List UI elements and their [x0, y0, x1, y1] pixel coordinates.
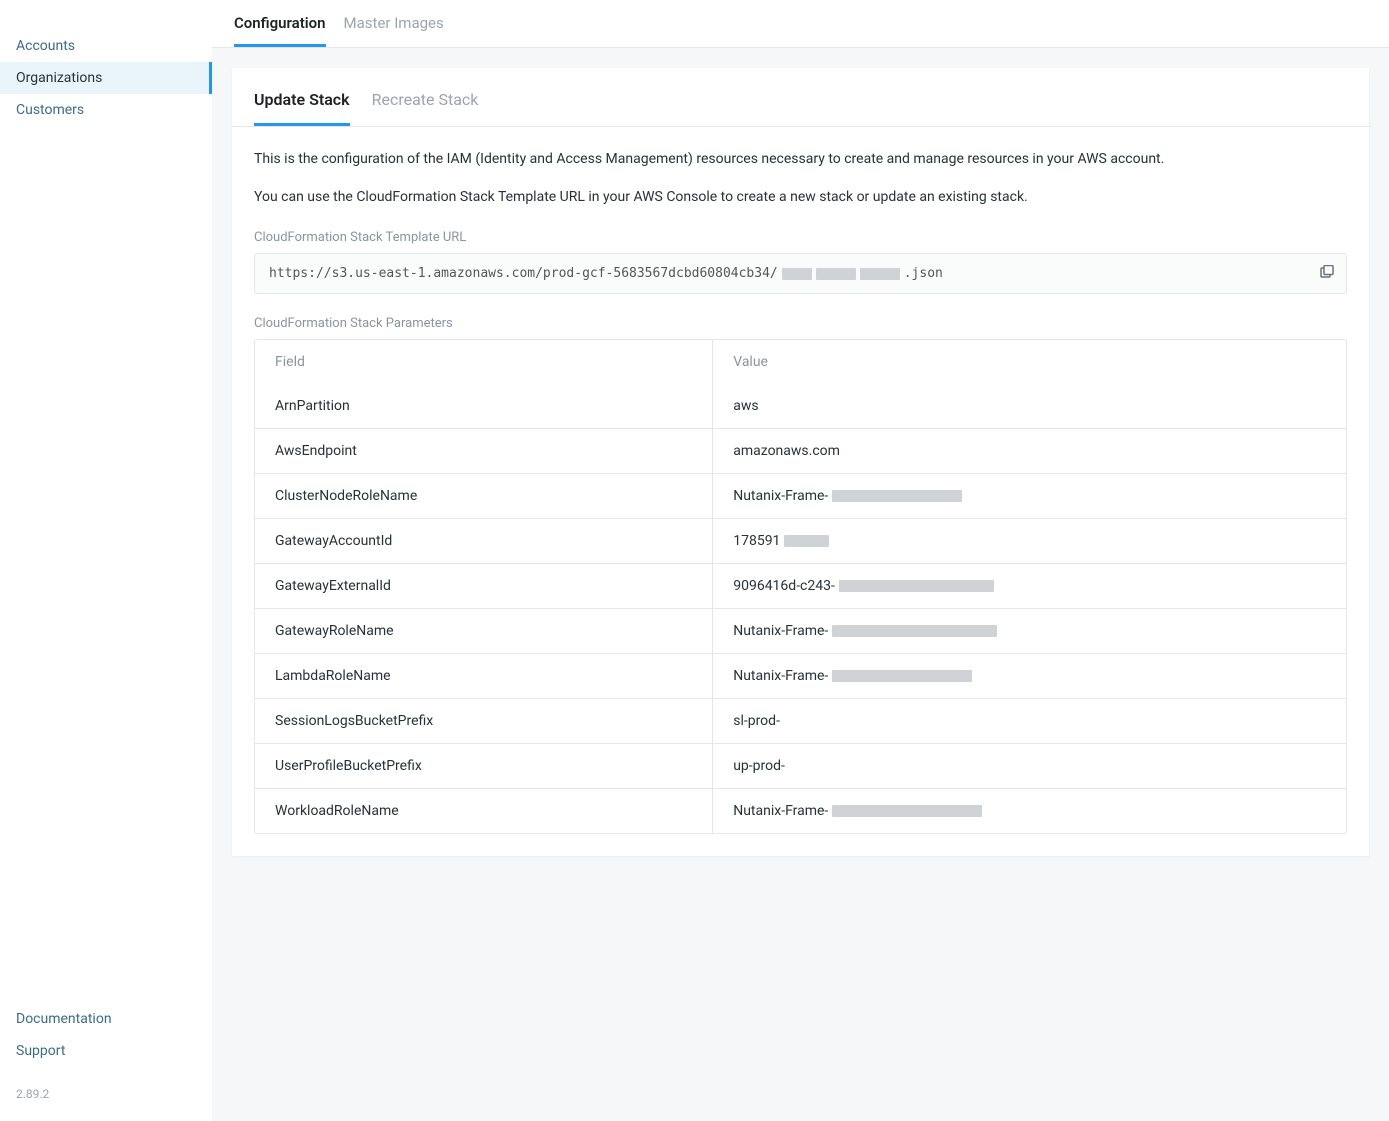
param-field: GatewayExternalId: [255, 564, 713, 608]
redacted-segment: [832, 805, 982, 817]
tab-recreate-stack[interactable]: Recreate Stack: [372, 68, 479, 126]
tab-configuration[interactable]: Configuration: [234, 0, 326, 47]
param-value-text: up-prod-: [733, 758, 785, 774]
template-url-suffix: .json: [904, 266, 943, 281]
param-value-text: 178591: [733, 533, 780, 549]
redacted-segment: [860, 268, 900, 280]
param-value-text: Nutanix-Frame-: [733, 803, 828, 819]
param-value: Nutanix-Frame-: [713, 474, 1346, 518]
sidebar: Accounts Organizations Customers Documen…: [0, 0, 212, 1121]
sidebar-main-nav: Accounts Organizations Customers: [0, 30, 212, 995]
params-header-field: Field: [255, 340, 713, 384]
table-row: GatewayExternalId 9096416d-c243-: [255, 563, 1346, 608]
param-value: Nutanix-Frame-: [713, 609, 1346, 653]
param-value-text: amazonaws.com: [733, 443, 840, 459]
table-row: ArnPartition aws: [255, 384, 1346, 428]
tab-update-stack[interactable]: Update Stack: [254, 68, 350, 126]
param-value: amazonaws.com: [713, 429, 1346, 473]
param-value: aws: [713, 384, 1346, 428]
copy-icon[interactable]: [1318, 265, 1336, 283]
params-header-value: Value: [713, 340, 1346, 384]
card-body: This is the configuration of the IAM (Id…: [232, 127, 1369, 856]
redacted-segment: [832, 670, 972, 682]
redacted-segment: [832, 490, 962, 502]
param-value-text: Nutanix-Frame-: [733, 668, 828, 684]
redacted-segment: [816, 268, 856, 280]
param-field: ClusterNodeRoleName: [255, 474, 713, 518]
sidebar-item-support[interactable]: Support: [16, 1035, 196, 1067]
redacted-segment: [782, 268, 812, 280]
params-header-row: Field Value: [255, 340, 1346, 384]
param-field: WorkloadRoleName: [255, 789, 713, 833]
redacted-segment: [839, 580, 994, 592]
param-value-text: sl-prod-: [733, 713, 780, 729]
param-field: SessionLogsBucketPrefix: [255, 699, 713, 743]
param-value-text: aws: [733, 398, 758, 414]
param-value: up-prod-: [713, 744, 1346, 788]
param-value-text: 9096416d-c243-: [733, 578, 835, 594]
table-row: UserProfileBucketPrefix up-prod-: [255, 743, 1346, 788]
param-field: AwsEndpoint: [255, 429, 713, 473]
sidebar-item-organizations[interactable]: Organizations: [0, 62, 212, 94]
template-url-prefix: https://s3.us-east-1.amazonaws.com/prod-…: [269, 266, 778, 281]
param-value-text: Nutanix-Frame-: [733, 488, 828, 504]
table-row: WorkloadRoleName Nutanix-Frame-: [255, 788, 1346, 833]
description-line-2: You can use the CloudFormation Stack Tem…: [254, 187, 1347, 209]
sidebar-footer: Documentation Support: [0, 995, 212, 1087]
template-url-box: https://s3.us-east-1.amazonaws.com/prod-…: [254, 253, 1347, 294]
param-field: GatewayAccountId: [255, 519, 713, 563]
description-line-1: This is the configuration of the IAM (Id…: [254, 149, 1347, 171]
app-version: 2.89.2: [0, 1087, 212, 1121]
main: Configuration Master Images Update Stack…: [212, 0, 1389, 1121]
params-table: Field Value ArnPartition aws AwsEndpoint am…: [254, 339, 1347, 834]
sidebar-item-accounts[interactable]: Accounts: [0, 30, 212, 62]
sidebar-item-customers[interactable]: Customers: [0, 94, 212, 126]
url-section-label: CloudFormation Stack Template URL: [254, 230, 1347, 245]
table-row: GatewayAccountId 178591: [255, 518, 1346, 563]
param-field: GatewayRoleName: [255, 609, 713, 653]
param-field: ArnPartition: [255, 384, 713, 428]
table-row: LambdaRoleName Nutanix-Frame-: [255, 653, 1346, 698]
param-value: 9096416d-c243-: [713, 564, 1346, 608]
params-section-label: CloudFormation Stack Parameters: [254, 316, 1347, 331]
param-value-text: Nutanix-Frame-: [733, 623, 828, 639]
table-row: SessionLogsBucketPrefix sl-prod-: [255, 698, 1346, 743]
tab-master-images[interactable]: Master Images: [344, 0, 444, 47]
redacted-segment: [784, 535, 829, 547]
card-tabs: Update Stack Recreate Stack: [232, 68, 1369, 127]
table-row: ClusterNodeRoleName Nutanix-Frame-: [255, 473, 1346, 518]
table-row: AwsEndpoint amazonaws.com: [255, 428, 1346, 473]
top-tabs: Configuration Master Images: [212, 0, 1389, 48]
param-field: LambdaRoleName: [255, 654, 713, 698]
content-area: Update Stack Recreate Stack This is the …: [212, 48, 1389, 1121]
param-value: sl-prod-: [713, 699, 1346, 743]
config-card: Update Stack Recreate Stack This is the …: [232, 68, 1369, 856]
param-field: UserProfileBucketPrefix: [255, 744, 713, 788]
table-row: GatewayRoleName Nutanix-Frame-: [255, 608, 1346, 653]
param-value: Nutanix-Frame-: [713, 654, 1346, 698]
param-value: 178591: [713, 519, 1346, 563]
param-value: Nutanix-Frame-: [713, 789, 1346, 833]
redacted-segment: [832, 625, 997, 637]
sidebar-item-documentation[interactable]: Documentation: [16, 1003, 196, 1035]
